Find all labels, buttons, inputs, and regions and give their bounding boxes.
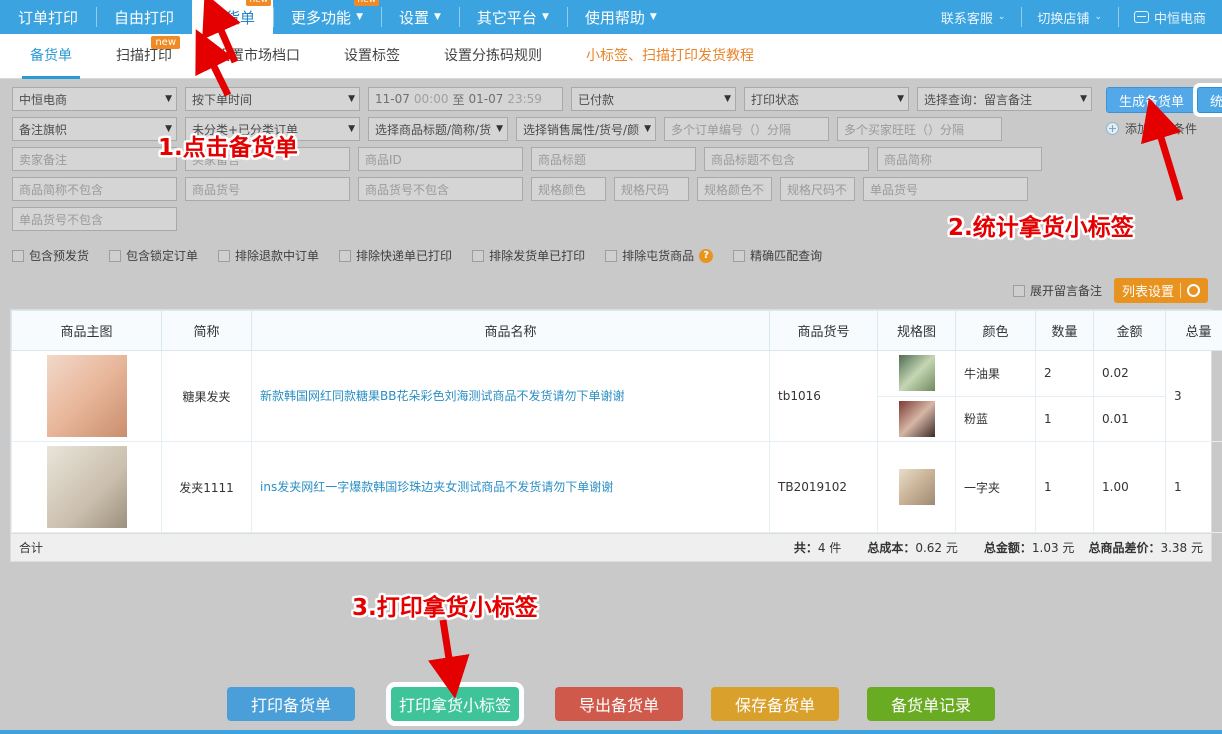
arrow-to-subnav-tab [205, 48, 228, 95]
annotation-arrows [0, 0, 1222, 734]
annotation-3: 3.打印拿货小标签 [352, 588, 538, 622]
arrow-to-print-label-button [443, 620, 452, 678]
annotation-1: 1.点击备货单 [158, 128, 298, 162]
arrow-to-stock-tab [213, 12, 235, 62]
annotation-2: 2.统计拿货小标签 [948, 208, 1134, 242]
arrow-to-stat-button [1155, 118, 1180, 200]
